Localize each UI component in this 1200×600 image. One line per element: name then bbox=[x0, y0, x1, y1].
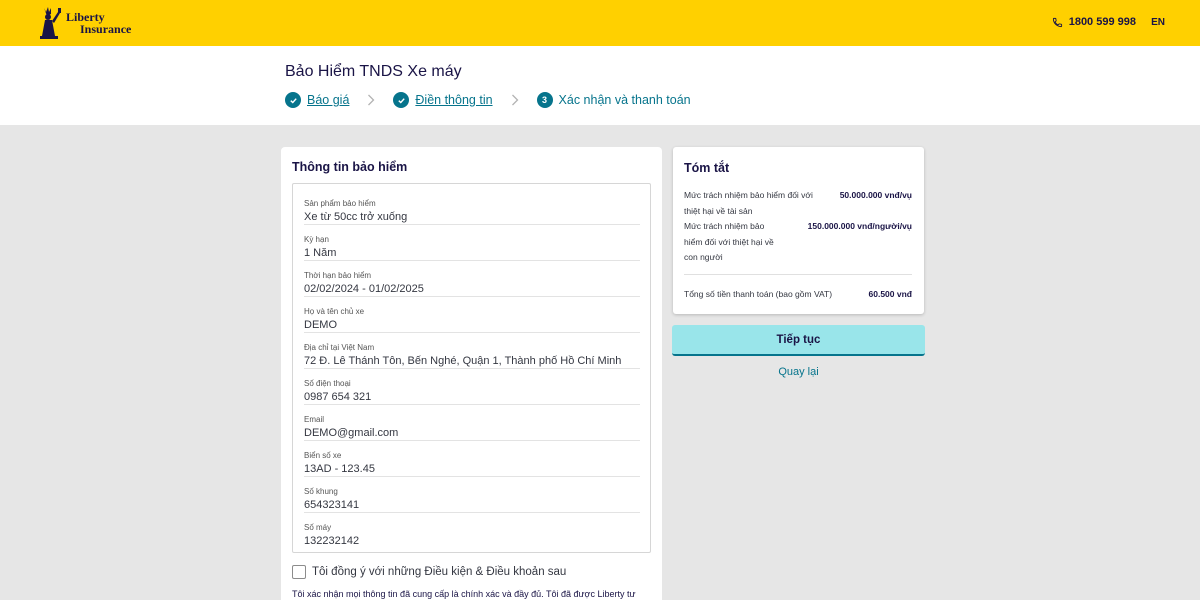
agree-terms-label: Tôi đồng ý với những Điều kiện & Điều kh… bbox=[312, 566, 567, 578]
continue-button[interactable]: Tiếp tục bbox=[672, 325, 925, 356]
field-label: Địa chỉ tại Việt Nam bbox=[304, 343, 375, 352]
field-label: Số khung bbox=[304, 487, 338, 496]
field-value: 72 Đ. Lê Thánh Tôn, Bến Nghé, Quận 1, Th… bbox=[304, 355, 622, 367]
step-confirm-payment: 3 Xác nhận và thanh toán bbox=[536, 92, 691, 108]
step-number: 3 bbox=[536, 92, 553, 108]
field-label: Số máy bbox=[304, 523, 332, 532]
summary-row-value: 50.000.000 vnđ/vụ bbox=[839, 190, 912, 200]
field-value: DEMO@gmail.com bbox=[304, 427, 399, 439]
chevron-right-icon bbox=[510, 94, 520, 106]
field-label: Số điện thoại bbox=[304, 379, 351, 388]
field-engine-number: Số máy 132232142 bbox=[304, 513, 640, 549]
insurance-info-box: Sản phẩm bảo hiểm Xe từ 50cc trở xuống K… bbox=[292, 183, 651, 553]
summary-label-line: Mức trách nhiệm bảo hiểm đối với bbox=[684, 190, 813, 200]
field-value: Xe từ 50cc trở xuống bbox=[304, 211, 408, 223]
liberty-logo[interactable]: Liberty Insurance bbox=[38, 5, 131, 41]
step-quote[interactable]: Báo giá bbox=[285, 92, 349, 108]
field-product: Sản phẩm bảo hiểm Xe từ 50cc trở xuống bbox=[304, 189, 640, 225]
field-owner-name: Họ và tên chủ xe DEMO bbox=[304, 297, 640, 333]
summary-row-person: Mức trách nhiệm bảo hiểm đối với thiệt h… bbox=[684, 219, 912, 266]
check-icon bbox=[393, 92, 410, 108]
insurance-info-title: Thông tin bảo hiểm bbox=[292, 160, 408, 174]
field-address: Địa chỉ tại Việt Nam 72 Đ. Lê Thánh Tôn,… bbox=[304, 333, 640, 369]
summary-label-line: thiệt hại về tài sản bbox=[684, 205, 753, 216]
agree-terms[interactable]: Tôi đồng ý với những Điều kiện & Điều kh… bbox=[292, 565, 566, 579]
hotline-number: 1800 599 998 bbox=[1068, 16, 1136, 28]
summary-card: Tóm tắt Mức trách nhiệm bảo hiểm đối với… bbox=[673, 147, 924, 314]
field-value: 0987 654 321 bbox=[304, 391, 372, 403]
chevron-right-icon bbox=[366, 94, 376, 106]
field-label: Biển số xe bbox=[304, 451, 342, 460]
hotline-link[interactable]: 1800 599 998 bbox=[1052, 16, 1136, 28]
field-phone: Số điện thoại 0987 654 321 bbox=[304, 369, 640, 405]
agree-terms-checkbox[interactable] bbox=[292, 565, 306, 579]
summary-label-line: hiểm đối với thiệt hại về bbox=[684, 236, 774, 247]
summary-row-property: Mức trách nhiệm bảo hiểm đối với thiệt h… bbox=[684, 188, 912, 219]
summary-total: Tổng số tiền thanh toán (bao gồm VAT) 60… bbox=[684, 287, 912, 303]
step-fill-info-label: Điền thông tin bbox=[415, 93, 493, 107]
summary-row-label: Mức trách nhiệm bảo hiểm đối với thiệt h… bbox=[684, 188, 844, 219]
top-bar: Liberty Insurance 1800 599 998 EN bbox=[0, 0, 1200, 46]
field-term: Kỳ hạn 1 Năm bbox=[304, 225, 640, 261]
logo-line-2: Insurance bbox=[80, 22, 132, 36]
field-value: 13AD - 123.45 bbox=[304, 463, 375, 475]
field-label: Email bbox=[304, 415, 325, 424]
page-title: Bảo Hiểm TNDS Xe máy bbox=[285, 63, 462, 80]
language-switch[interactable]: EN bbox=[1151, 17, 1165, 28]
field-label: Họ và tên chủ xe bbox=[304, 307, 365, 316]
back-link[interactable]: Quay lại bbox=[672, 366, 925, 378]
summary-total-value: 60.500 vnđ bbox=[868, 289, 912, 299]
summary-row-label: Mức trách nhiệm bảo hiểm đối với thiệt h… bbox=[684, 219, 794, 266]
summary-total-label: Tổng số tiền thanh toán (bao gồm VAT) bbox=[684, 289, 833, 299]
field-value: 132232142 bbox=[304, 535, 360, 547]
summary-title: Tóm tắt bbox=[684, 161, 730, 175]
field-email: Email DEMO@gmail.com bbox=[304, 405, 640, 441]
summary-label-line: con người bbox=[684, 252, 723, 262]
step-confirm-payment-label: Xác nhận và thanh toán bbox=[558, 93, 691, 107]
confirm-statement: Tôi xác nhận mọi thông tin đã cung cấp l… bbox=[292, 589, 636, 599]
step-fill-info[interactable]: Điền thông tin bbox=[393, 92, 493, 108]
step-quote-label: Báo giá bbox=[307, 93, 350, 107]
field-chassis-number: Số khung 654323141 bbox=[304, 477, 640, 513]
field-period: Thời hạn bảo hiểm 02/02/2024 - 01/02/202… bbox=[304, 261, 640, 297]
field-label: Thời hạn bảo hiểm bbox=[304, 271, 372, 280]
phone-icon bbox=[1052, 17, 1062, 27]
field-value: 654323141 bbox=[304, 499, 360, 511]
field-value: DEMO bbox=[304, 319, 337, 331]
summary-row-value: 150.000.000 vnđ/người/vụ bbox=[807, 221, 912, 231]
field-value: 1 Năm bbox=[304, 247, 337, 259]
field-value: 02/02/2024 - 01/02/2025 bbox=[304, 283, 424, 295]
page-header: Bảo Hiểm TNDS Xe máy Báo giá Điền thông … bbox=[0, 46, 1200, 125]
field-label: Sản phẩm bảo hiểm bbox=[304, 199, 376, 208]
check-icon bbox=[285, 92, 301, 108]
field-plate-number: Biển số xe 13AD - 123.45 bbox=[304, 441, 640, 477]
statue-of-liberty-icon bbox=[38, 6, 64, 40]
summary-label-line: Mức trách nhiệm bảo bbox=[684, 221, 765, 231]
insurance-info-card: Thông tin bảo hiểm Sản phẩm bảo hiểm Xe … bbox=[281, 147, 662, 600]
summary-divider bbox=[684, 274, 912, 275]
field-label: Kỳ hạn bbox=[304, 235, 329, 244]
progress-steps: Báo giá Điền thông tin 3 Xác nhận và tha… bbox=[285, 91, 691, 109]
